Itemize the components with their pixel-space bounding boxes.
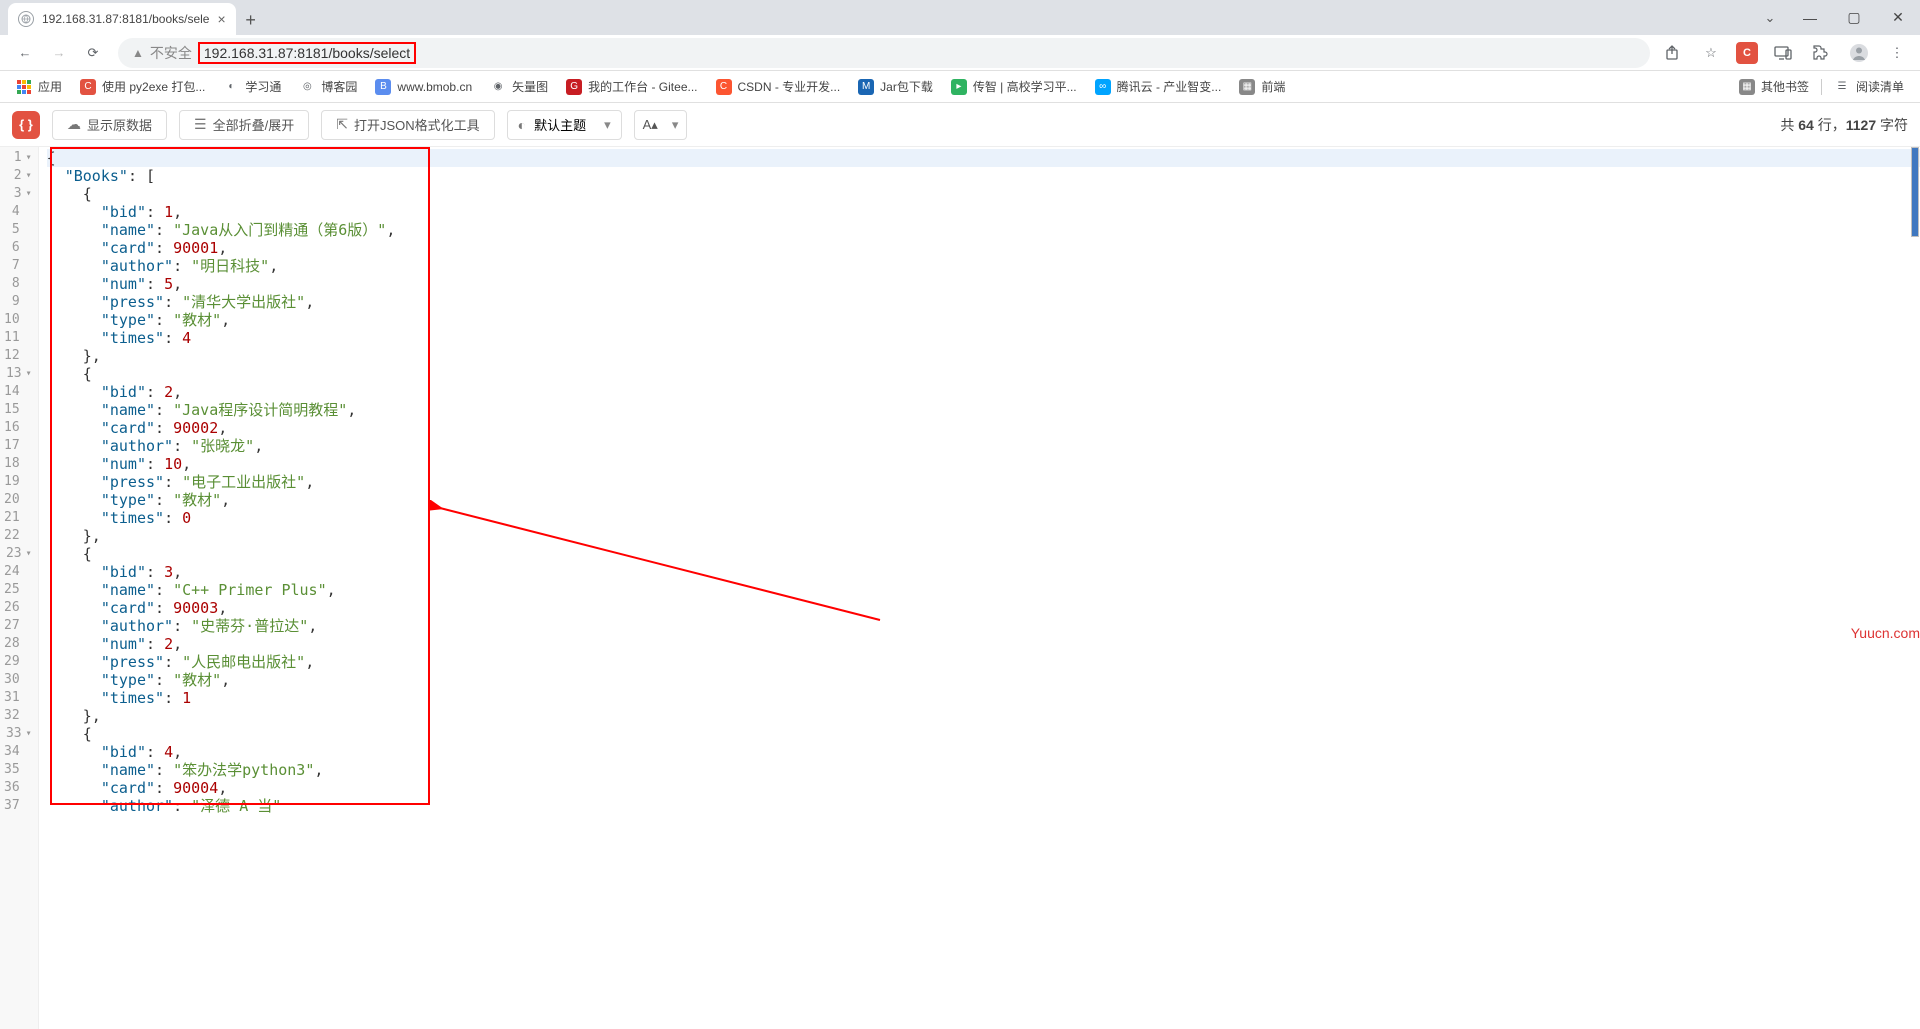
tab-bar: 192.168.31.87:8181/books/sele × + ⌄ — ▢ … (0, 0, 1920, 35)
other-bookmarks[interactable]: ▦ 其他书签 (1733, 74, 1815, 99)
bookmark-favicon: ◎ (299, 79, 315, 95)
bookmark-favicon: ▸ (951, 79, 967, 95)
profile-icon[interactable] (1846, 40, 1872, 66)
url-text: 192.168.31.87:8181/books/select (198, 42, 416, 64)
warning-icon: ▲ (132, 46, 144, 60)
bookmark-item[interactable]: G我的工作台 - Gitee... (560, 74, 703, 99)
bookmark-item[interactable]: Bwww.bmob.cn (369, 75, 478, 99)
tab-dropdown-icon[interactable]: ⌄ (1752, 10, 1788, 26)
bookmark-favicon: ▦ (1239, 79, 1255, 95)
bookmarks-bar: 应用 C使用 py2exe 打包...◐学习通◎博客园Bwww.bmob.cn◉… (0, 71, 1920, 103)
json-logo: { } (12, 111, 40, 139)
json-toolbar: { } ☁ 显示原数据 ☰ 全部折叠/展开 ⇱ 打开JSON格式化工具 ◐ 默认… (0, 103, 1920, 147)
bookmark-item[interactable]: ◐学习通 (217, 74, 287, 99)
bookmark-favicon: C (716, 79, 732, 95)
bookmark-item[interactable]: ∞腾讯云 - 产业智变... (1089, 74, 1228, 99)
scrollbar-thumb[interactable] (1911, 147, 1919, 237)
font-size-button[interactable]: A▴ ▾ (634, 110, 688, 140)
bookmark-favicon: ∞ (1095, 79, 1111, 95)
fold-all-button[interactable]: ☰ 全部折叠/展开 (179, 110, 309, 140)
bookmark-item[interactable]: MJar包下载 (852, 74, 939, 99)
open-icon: ⇱ (336, 116, 348, 133)
bookmark-favicon: ◉ (490, 79, 506, 95)
bookmark-favicon: M (858, 79, 874, 95)
close-icon[interactable]: × (217, 11, 225, 27)
close-window-button[interactable]: ✕ (1876, 0, 1920, 35)
insecure-label: 不安全 (150, 43, 192, 63)
fold-icon: ☰ (194, 116, 207, 133)
reading-list-icon: ☰ (1834, 79, 1850, 95)
bookmark-item[interactable]: ▦前端 (1233, 74, 1291, 99)
window-controls: ⌄ — ▢ ✕ (1752, 0, 1920, 35)
line-gutter: 1▾2▾3▾45678910111213▾1415161718192021222… (0, 147, 39, 1029)
bookmark-item[interactable]: CCSDN - 专业开发... (710, 74, 847, 99)
bookmark-icon[interactable]: ☆ (1698, 40, 1724, 66)
extension-icon[interactable]: C (1736, 42, 1758, 64)
json-viewer: 1▾2▾3▾45678910111213▾1415161718192021222… (0, 147, 1920, 1029)
stats-text: 共 64 行，1127 字符 (1780, 115, 1908, 135)
browser-tab[interactable]: 192.168.31.87:8181/books/sele × (8, 3, 236, 35)
chevron-down-icon: ▾ (672, 117, 679, 133)
bookmark-favicon: ◐ (223, 79, 239, 95)
bookmark-favicon: G (566, 79, 582, 95)
maximize-button[interactable]: ▢ (1832, 0, 1876, 35)
share-icon[interactable] (1660, 40, 1686, 66)
bookmark-item[interactable]: ◉矢量图 (484, 74, 554, 99)
theme-select[interactable]: ◐ 默认主题 ▾ (507, 110, 622, 140)
open-tool-button[interactable]: ⇱ 打开JSON格式化工具 (321, 110, 494, 140)
apps-icon (16, 79, 32, 95)
address-bar: ← → ⟳ ▲ 不安全 192.168.31.87:8181/books/sel… (0, 35, 1920, 71)
chevron-down-icon: ▾ (604, 117, 611, 133)
extensions-icon[interactable] (1808, 40, 1834, 66)
bookmark-item[interactable]: C使用 py2exe 打包... (74, 74, 211, 99)
tab-title: 192.168.31.87:8181/books/sele (42, 12, 209, 26)
apps-button[interactable]: 应用 (10, 74, 68, 99)
new-tab-button[interactable]: + (236, 5, 266, 35)
cloud-icon: ☁ (67, 116, 81, 133)
bookmark-item[interactable]: ◎博客园 (293, 74, 363, 99)
show-raw-button[interactable]: ☁ 显示原数据 (52, 110, 167, 140)
send-to-device-icon[interactable] (1770, 40, 1796, 66)
folder-icon: ▦ (1739, 79, 1755, 95)
globe-icon (18, 11, 34, 27)
reload-button[interactable]: ⟳ (78, 38, 108, 68)
bookmark-favicon: C (80, 79, 96, 95)
menu-icon[interactable]: ⋮ (1884, 40, 1910, 66)
bookmark-item[interactable]: ▸传智 | 高校学习平... (945, 74, 1083, 99)
omnibox[interactable]: ▲ 不安全 192.168.31.87:8181/books/select (118, 38, 1650, 68)
minimize-button[interactable]: — (1788, 0, 1832, 35)
bookmark-favicon: B (375, 79, 391, 95)
forward-button: → (44, 38, 74, 68)
back-button[interactable]: ← (10, 38, 40, 68)
palette-icon: ◐ (518, 117, 526, 133)
code-area[interactable]: { "Books": [ { "bid": 1, "name": "Java从入… (39, 147, 1920, 1029)
reading-list[interactable]: ☰ 阅读清单 (1828, 74, 1910, 99)
